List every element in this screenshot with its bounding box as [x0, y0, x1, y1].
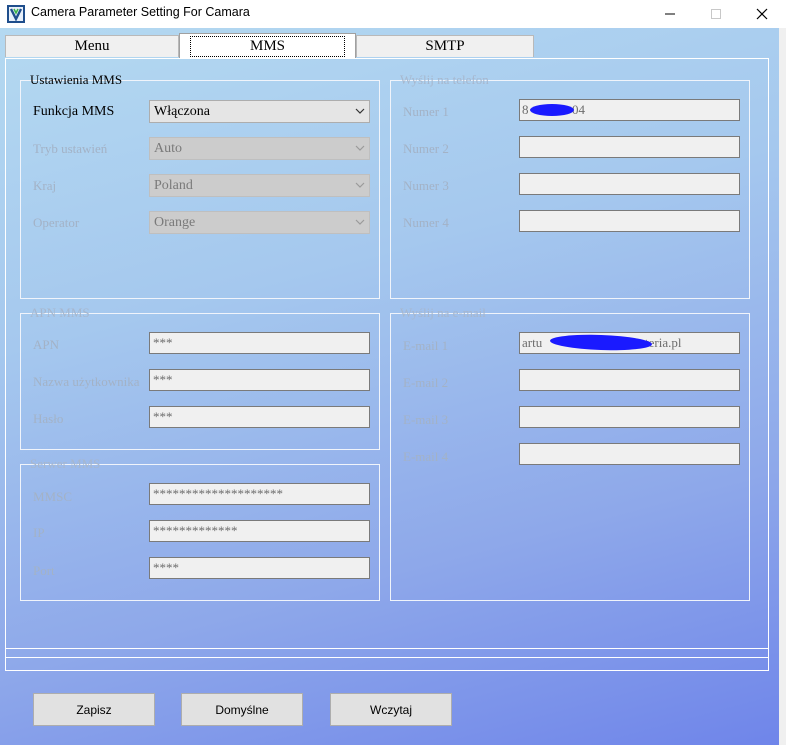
- apn-label: APN: [33, 337, 60, 352]
- status-strip: [5, 648, 769, 671]
- apn-input[interactable]: ***: [149, 332, 370, 354]
- port-label: Port: [33, 563, 55, 578]
- numer2-label: Numer 2: [403, 141, 449, 156]
- zapisz-button[interactable]: Zapisz: [33, 693, 155, 726]
- tryb-ustawien-select[interactable]: Auto: [149, 137, 370, 160]
- tab-smtp[interactable]: SMTP: [356, 35, 534, 57]
- redaction-mark: [549, 333, 653, 352]
- numer4-input[interactable]: [519, 210, 740, 232]
- funkcja-mms-value: Włączona: [154, 104, 210, 119]
- redaction-mark: [530, 104, 574, 116]
- chevron-down-icon: [355, 219, 365, 225]
- email2-input[interactable]: [519, 369, 740, 391]
- ip-label: IP: [33, 525, 45, 540]
- email1-prefix: artu: [522, 335, 543, 350]
- chevron-down-icon: [355, 108, 365, 114]
- numer1-prefix: 8: [522, 102, 529, 117]
- funkcja-mms-label: Funkcja MMS: [33, 104, 115, 119]
- group-title-apn: APN MMS: [30, 305, 90, 320]
- group-title-ustawienia: Ustawienia MMS: [30, 72, 123, 87]
- tryb-ustawien-label: Tryb ustawień: [33, 141, 108, 156]
- email4-input[interactable]: [519, 443, 740, 465]
- window-edge: [779, 28, 786, 745]
- username-input[interactable]: ***: [149, 369, 370, 391]
- group-title-telefon: Wyślij na telefon: [400, 72, 489, 87]
- email1-label: E-mail 1: [403, 338, 449, 353]
- username-label: Nazwa użytkownika: [33, 374, 140, 389]
- chevron-down-icon: [355, 182, 365, 188]
- numer1-label: Numer 1: [403, 104, 449, 119]
- tab-mms-label: MMS: [189, 35, 346, 57]
- numer1-input[interactable]: 8 04: [519, 99, 740, 121]
- funkcja-mms-select[interactable]: Włączona: [149, 100, 370, 123]
- tab-menu[interactable]: Menu: [5, 35, 179, 57]
- numer2-input[interactable]: [519, 136, 740, 158]
- operator-value: Orange: [154, 215, 196, 230]
- email3-input[interactable]: [519, 406, 740, 428]
- close-icon: [756, 8, 768, 20]
- mmsc-input[interactable]: ********************: [149, 483, 370, 505]
- maximize-icon: [711, 9, 721, 19]
- tryb-ustawien-value: Auto: [154, 141, 182, 156]
- password-label: Hasło: [33, 411, 64, 426]
- tab-smtp-label: SMTP: [425, 38, 465, 54]
- maximize-button[interactable]: [693, 0, 739, 28]
- port-input[interactable]: ****: [149, 557, 370, 579]
- email1-input[interactable]: artu teria.pl: [519, 332, 740, 354]
- kraj-label: Kraj: [33, 178, 57, 193]
- minimize-icon: [665, 13, 675, 15]
- operator-select[interactable]: Orange: [149, 211, 370, 234]
- email2-label: E-mail 2: [403, 375, 449, 390]
- kraj-select[interactable]: Poland: [149, 174, 370, 197]
- email4-label: E-mail 4: [403, 449, 449, 464]
- tab-mms[interactable]: MMS: [179, 33, 356, 58]
- title-bar: Camera Parameter Setting For Camara: [0, 0, 786, 28]
- password-input[interactable]: ***: [149, 406, 370, 428]
- ip-input[interactable]: *************: [149, 520, 370, 542]
- group-title-email: Wyślij na e-mail: [400, 305, 486, 320]
- group-title-serwer: Serwer MMS: [30, 456, 101, 471]
- operator-label: Operator: [33, 215, 80, 230]
- kraj-value: Poland: [154, 178, 193, 193]
- domyslne-button[interactable]: Domyślne: [181, 693, 303, 726]
- window-title: Camera Parameter Setting For Camara: [31, 5, 250, 19]
- wczytaj-button[interactable]: Wczytaj: [330, 693, 452, 726]
- close-button[interactable]: [739, 0, 785, 28]
- chevron-down-icon: [355, 145, 365, 151]
- email3-label: E-mail 3: [403, 412, 449, 427]
- minimize-button[interactable]: [647, 0, 693, 28]
- tab-menu-label: Menu: [74, 38, 110, 54]
- numer3-input[interactable]: [519, 173, 740, 195]
- app-logo-icon: [7, 5, 25, 23]
- numer3-label: Numer 3: [403, 178, 449, 193]
- mmsc-label: MMSC: [33, 489, 73, 504]
- numer4-label: Numer 4: [403, 215, 449, 230]
